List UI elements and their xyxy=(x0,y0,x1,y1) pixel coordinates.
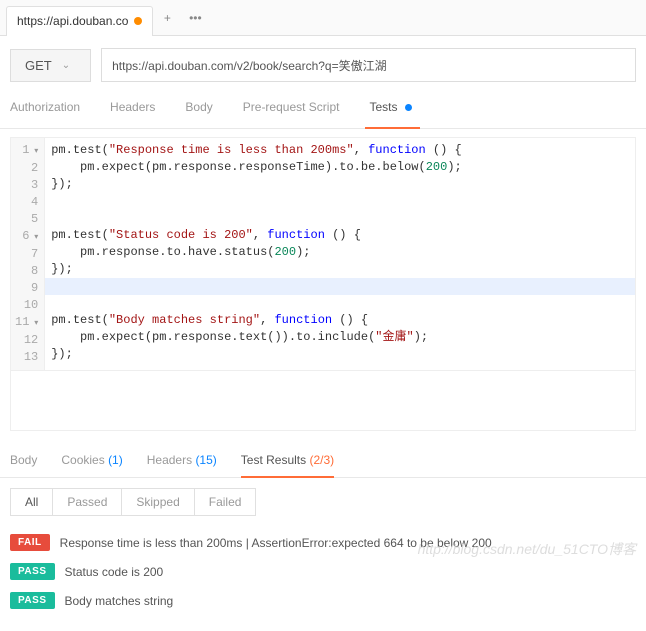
changed-dot-icon xyxy=(405,104,412,111)
result-filter-row: All Passed Skipped Failed xyxy=(0,478,646,522)
test-result-row: FAIL Response time is less than 200ms | … xyxy=(10,528,636,557)
status-badge: FAIL xyxy=(10,534,50,551)
resp-tab-test-results[interactable]: Test Results (2/3) xyxy=(241,449,334,471)
status-badge: PASS xyxy=(10,592,55,609)
response-tabs: Body Cookies (1) Headers (15) Test Resul… xyxy=(0,439,646,478)
tab-prerequest[interactable]: Pre-request Script xyxy=(243,94,340,120)
tab-menu-button[interactable]: ••• xyxy=(181,4,209,32)
new-tab-button[interactable]: + xyxy=(153,4,181,32)
tab-bar: https://api.douban.co + ••• xyxy=(0,0,646,36)
filter-skipped[interactable]: Skipped xyxy=(122,489,194,515)
request-tab[interactable]: https://api.douban.co xyxy=(6,6,153,36)
filter-failed[interactable]: Failed xyxy=(195,489,256,515)
editor-empty-area[interactable] xyxy=(10,371,636,431)
result-text: Body matches string xyxy=(65,594,174,608)
http-method-select[interactable]: GET ⌄ xyxy=(10,49,91,82)
code-editor[interactable]: 12345678910111213 pm.test("Response time… xyxy=(10,137,636,371)
result-text: Status code is 200 xyxy=(65,565,164,579)
resp-tab-headers[interactable]: Headers (15) xyxy=(147,449,217,471)
resp-tab-cookies[interactable]: Cookies (1) xyxy=(61,449,122,471)
tab-authorization[interactable]: Authorization xyxy=(10,94,80,120)
status-badge: PASS xyxy=(10,563,55,580)
test-result-row: PASS Status code is 200 xyxy=(10,557,636,586)
method-label: GET xyxy=(25,58,52,73)
unsaved-dot-icon xyxy=(134,17,142,25)
tab-headers[interactable]: Headers xyxy=(110,94,155,120)
resp-tab-body[interactable]: Body xyxy=(10,449,37,471)
filter-all[interactable]: All xyxy=(11,489,53,515)
chevron-down-icon: ⌄ xyxy=(62,60,70,71)
tab-tests-label: Tests xyxy=(369,100,397,114)
request-tabs: Authorization Headers Body Pre-request S… xyxy=(0,94,646,129)
request-row: GET ⌄ xyxy=(0,36,646,94)
test-result-list: FAIL Response time is less than 200ms | … xyxy=(0,522,646,631)
line-gutter: 12345678910111213 xyxy=(11,138,45,370)
code-content[interactable]: pm.test("Response time is less than 200m… xyxy=(45,138,635,370)
url-input[interactable] xyxy=(101,48,636,82)
tab-title: https://api.douban.co xyxy=(17,14,128,28)
result-filter-group: All Passed Skipped Failed xyxy=(10,488,256,516)
tab-tests[interactable]: Tests xyxy=(369,94,411,120)
tab-body[interactable]: Body xyxy=(185,94,212,120)
filter-passed[interactable]: Passed xyxy=(53,489,122,515)
test-result-row: PASS Body matches string xyxy=(10,586,636,615)
result-text: Response time is less than 200ms | Asser… xyxy=(60,536,492,550)
